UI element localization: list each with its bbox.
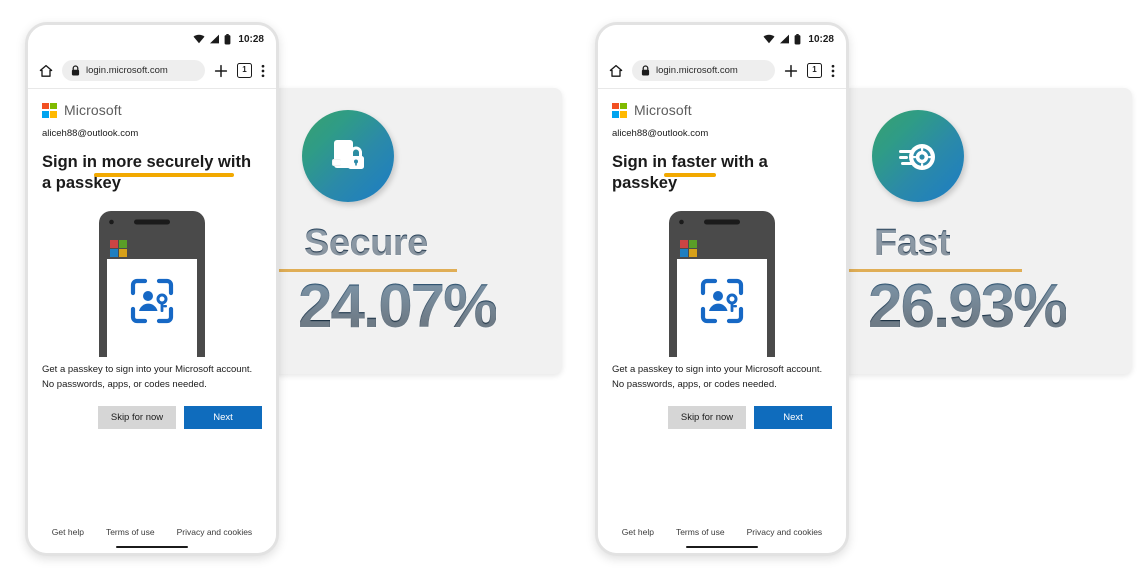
home-icon[interactable]	[609, 64, 623, 78]
footer-link-privacy-and-cookies[interactable]: Privacy and cookies	[747, 527, 823, 537]
speedometer-icon	[872, 110, 964, 202]
metric-label: Fast	[874, 222, 951, 264]
home-icon[interactable]	[39, 64, 53, 78]
footer-links: Get help Terms of use Privacy and cookie…	[28, 527, 276, 546]
footer-link-get-help[interactable]: Get help	[52, 527, 84, 537]
tab-counter[interactable]: 1	[807, 63, 822, 78]
next-button[interactable]: Next	[184, 405, 262, 429]
address-bar-url: login.microsoft.com	[86, 65, 168, 76]
status-clock: 10:28	[808, 33, 834, 45]
phone-footer: Get help Terms of use Privacy and cookie…	[598, 526, 846, 553]
footer-link-privacy-and-cookies[interactable]: Privacy and cookies	[177, 527, 253, 537]
action-buttons: Skip for now Next	[612, 405, 832, 429]
metric-value: 24.07%	[298, 272, 498, 341]
footer-links: Get help Terms of use Privacy and cookie…	[598, 527, 846, 546]
metric-card-secure: Secure 24.07%	[272, 88, 562, 374]
title-highlight-underline	[664, 173, 716, 177]
microsoft-logo-icon	[42, 102, 57, 118]
metric-value: 26.93%	[868, 272, 1068, 341]
metric-card-fast: Fast 26.93%	[842, 88, 1132, 374]
skip-for-now-button[interactable]: Skip for now	[668, 405, 746, 429]
page-content: Microsoft aliceh88@outlook.com Sign in f…	[598, 89, 846, 553]
microsoft-logo-icon	[612, 102, 627, 118]
lock-icon	[71, 65, 80, 76]
phone-footer: Get help Terms of use Privacy and cookie…	[28, 526, 276, 553]
signal-icon	[209, 34, 220, 44]
address-bar[interactable]: login.microsoft.com	[632, 60, 775, 81]
metric-label: Secure	[304, 222, 428, 264]
skip-for-now-button[interactable]: Skip for now	[98, 405, 176, 429]
home-indicator[interactable]	[116, 545, 188, 548]
plus-icon[interactable]	[784, 64, 798, 78]
page-title: Sign in more securely with a passkey	[42, 152, 262, 193]
passkey-illustration	[663, 209, 781, 358]
status-bar: 10:28	[28, 25, 276, 53]
footer-link-get-help[interactable]: Get help	[622, 527, 654, 537]
microsoft-wordmark: Microsoft	[634, 102, 692, 118]
home-indicator[interactable]	[686, 545, 758, 548]
page-title: Sign in faster with a passkey	[612, 152, 832, 193]
footer-link-terms-of-use[interactable]: Terms of use	[676, 527, 725, 537]
account-email: aliceh88@outlook.com	[612, 128, 709, 139]
page-content: Microsoft aliceh88@outlook.com Sign in m…	[28, 89, 276, 553]
battery-icon	[794, 33, 801, 45]
passkey-illustration	[93, 209, 211, 358]
status-clock: 10:28	[238, 33, 264, 45]
microsoft-brand: Microsoft	[42, 102, 262, 118]
title-highlight-underline	[94, 173, 234, 177]
account-email: aliceh88@outlook.com	[42, 128, 139, 139]
next-button[interactable]: Next	[754, 405, 832, 429]
tab-counter[interactable]: 1	[237, 63, 252, 78]
browser-toolbar: login.microsoft.com 1	[598, 53, 846, 89]
battery-icon	[224, 33, 231, 45]
overflow-menu-icon[interactable]	[831, 64, 835, 78]
plus-icon[interactable]	[214, 64, 228, 78]
microsoft-brand: Microsoft	[612, 102, 832, 118]
action-buttons: Skip for now Next	[42, 405, 262, 429]
signal-icon	[779, 34, 790, 44]
address-bar[interactable]: login.microsoft.com	[62, 60, 205, 81]
address-bar-url: login.microsoft.com	[656, 65, 738, 76]
status-bar: 10:28	[598, 25, 846, 53]
wifi-icon	[193, 34, 205, 44]
description-text: Get a passkey to sign into your Microsof…	[42, 364, 253, 390]
browser-toolbar: login.microsoft.com 1	[28, 53, 276, 89]
phone-mockup-secure: 10:28 login.microsoft.com 1 Microsoft al…	[25, 22, 279, 556]
overflow-menu-icon[interactable]	[261, 64, 265, 78]
phone-lock-icon	[302, 110, 394, 202]
microsoft-wordmark: Microsoft	[64, 102, 122, 118]
phone-mockup-fast: 10:28 login.microsoft.com 1 Microsoft al…	[595, 22, 849, 556]
comparison-stage: Secure 24.07% Fast 26.93% 10:28 login.mi…	[0, 0, 1144, 568]
wifi-icon	[763, 34, 775, 44]
lock-icon	[641, 65, 650, 76]
footer-link-terms-of-use[interactable]: Terms of use	[106, 527, 155, 537]
description-text: Get a passkey to sign into your Microsof…	[612, 364, 823, 390]
